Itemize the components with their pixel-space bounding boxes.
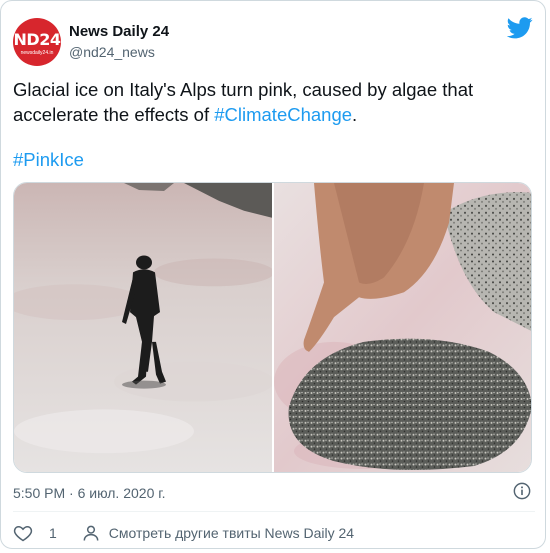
author-handle[interactable]: @nd24_news xyxy=(69,44,155,60)
heart-icon[interactable] xyxy=(13,523,33,543)
photo-finger-pink-ice[interactable] xyxy=(274,183,532,472)
author-name[interactable]: News Daily 24 xyxy=(69,23,169,40)
tweet-text-part2: . xyxy=(352,104,358,125)
avatar[interactable]: ND24 newsdaily24.in xyxy=(13,18,61,66)
media-grid xyxy=(13,182,532,473)
person-icon[interactable] xyxy=(81,523,101,543)
avatar-tagline: newsdaily24.in xyxy=(20,50,54,56)
tweet-text: Glacial ice on Italy's Alps turn pink, c… xyxy=(13,77,533,127)
tweet-actions: 1 Смотреть другие твиты News Daily 24 xyxy=(13,521,354,545)
like-count[interactable]: 1 xyxy=(49,525,57,541)
avatar-logo-text: ND24 xyxy=(13,30,61,49)
info-icon[interactable] xyxy=(513,482,531,500)
hashtag-climate-change[interactable]: #ClimateChange xyxy=(214,104,352,125)
hashtag-pink-ice[interactable]: #PinkIce xyxy=(13,149,84,171)
divider xyxy=(13,511,535,512)
more-tweets-link[interactable]: Смотреть другие твиты News Daily 24 xyxy=(109,525,354,541)
tweet-card: ND24 newsdaily24.in News Daily 24 @nd24_… xyxy=(0,0,546,549)
photo-hiker-on-glacier[interactable] xyxy=(14,183,272,472)
twitter-bird-icon[interactable] xyxy=(507,17,533,39)
tweet-timestamp[interactable]: 5:50 PM · 6 июл. 2020 г. xyxy=(13,485,166,501)
